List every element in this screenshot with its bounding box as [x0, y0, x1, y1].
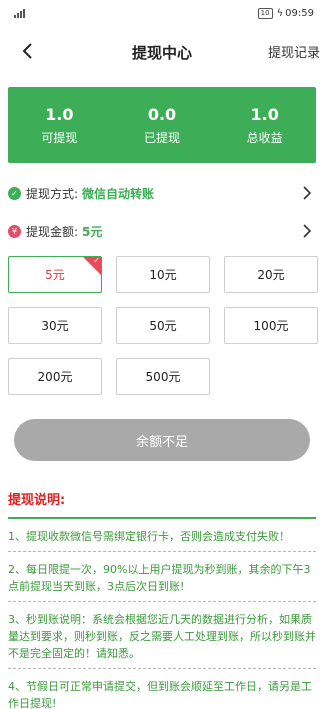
summary-value: 1.0	[45, 104, 74, 124]
amount-option[interactable]: 5元 ✓	[8, 256, 102, 293]
nav-bar: 提现中心 提现记录	[0, 26, 324, 78]
yen-icon: ¥	[8, 224, 21, 238]
check-icon: ✓	[93, 256, 100, 265]
chevron-right-icon	[303, 186, 312, 200]
page-title: 提现中心	[131, 43, 192, 62]
summary-available: 1.0 可提现	[8, 87, 111, 163]
amount-option[interactable]: 500元	[116, 358, 210, 395]
withdraw-method-label: 提现方式:	[26, 186, 79, 201]
amount-option[interactable]: 10元	[116, 256, 210, 293]
explanation-item: 2、每日限提一次，90%以上用户提现为秒到账，其余的下午3点前提现当天到账，3点…	[8, 552, 316, 602]
amount-option-label: 10元	[149, 268, 177, 282]
explanation-item: 1、提现收款微信号需绑定银行卡，否则会造成支付失败！	[8, 519, 316, 552]
charging-icon: ϟ	[276, 7, 284, 19]
explanation-heading: 提现说明:	[8, 489, 316, 519]
amount-option[interactable]: 30元	[8, 307, 102, 344]
amount-option-label: 500元	[145, 370, 181, 384]
summary-withdrawn: 0.0 已提现	[111, 87, 214, 163]
amount-option-label: 200元	[37, 370, 73, 384]
back-button[interactable]	[14, 38, 40, 64]
clock: 09:59	[285, 7, 314, 19]
chevron-left-icon	[22, 43, 32, 59]
withdraw-amount-label: 提现金额:	[26, 224, 79, 239]
withdraw-method-row[interactable]: ✓ 提现方式: 微信自动转账	[0, 174, 324, 212]
withdraw-explanation: 提现说明: 1、提现收款微信号需绑定银行卡，否则会造成支付失败！ 2、每日限提一…	[0, 489, 324, 709]
status-bar: 10 ϟ 09:59	[0, 0, 324, 26]
signal-icon	[14, 8, 25, 18]
amount-option-label: 5元	[45, 268, 65, 282]
check-circle-icon: ✓	[8, 186, 21, 200]
summary-label: 总收益	[246, 130, 283, 145]
amount-option-label: 50元	[149, 319, 177, 333]
explanation-item: 3、秒到账说明：系统会根据您近几天的数据进行分析，如果质量达到要求，则秒到账，反…	[8, 602, 316, 669]
summary-label: 已提现	[144, 130, 181, 145]
summary-value: 0.0	[147, 104, 177, 124]
status-right: 10 ϟ 09:59	[257, 7, 314, 19]
summary-value: 1.0	[250, 104, 279, 124]
submit-wrap: 余额不足	[0, 419, 324, 461]
amount-option[interactable]: 200元	[8, 358, 102, 395]
amount-option-label: 100元	[253, 319, 289, 333]
explanation-item: 4、节假日可正常申请提交，但到账会顺延至工作日，请另是工作日提现!	[8, 669, 316, 709]
amount-option-label: 20元	[257, 268, 285, 282]
withdraw-record-link[interactable]: 提现记录	[268, 42, 320, 61]
withdraw-submit-button[interactable]: 余额不足	[14, 419, 310, 461]
withdraw-amount-row[interactable]: ¥ 提现金额: 5元	[0, 212, 324, 250]
battery-icon: 10	[257, 7, 273, 19]
chevron-right-icon	[303, 224, 312, 238]
summary-total: 1.0 总收益	[213, 87, 316, 163]
amount-options: 5元 ✓ 10元 20元 30元 50元 100元 200元 500元	[0, 256, 324, 395]
amount-option-label: 30元	[41, 319, 69, 333]
withdraw-method-value: 微信自动转账	[82, 186, 155, 201]
amount-option[interactable]: 20元	[224, 256, 318, 293]
summary-label: 可提现	[41, 130, 78, 145]
amount-option[interactable]: 50元	[116, 307, 210, 344]
balance-summary: 1.0 可提现 0.0 已提现 1.0 总收益	[8, 87, 316, 163]
amount-option[interactable]: 100元	[224, 307, 318, 344]
withdraw-amount-value: 5元	[82, 224, 103, 239]
